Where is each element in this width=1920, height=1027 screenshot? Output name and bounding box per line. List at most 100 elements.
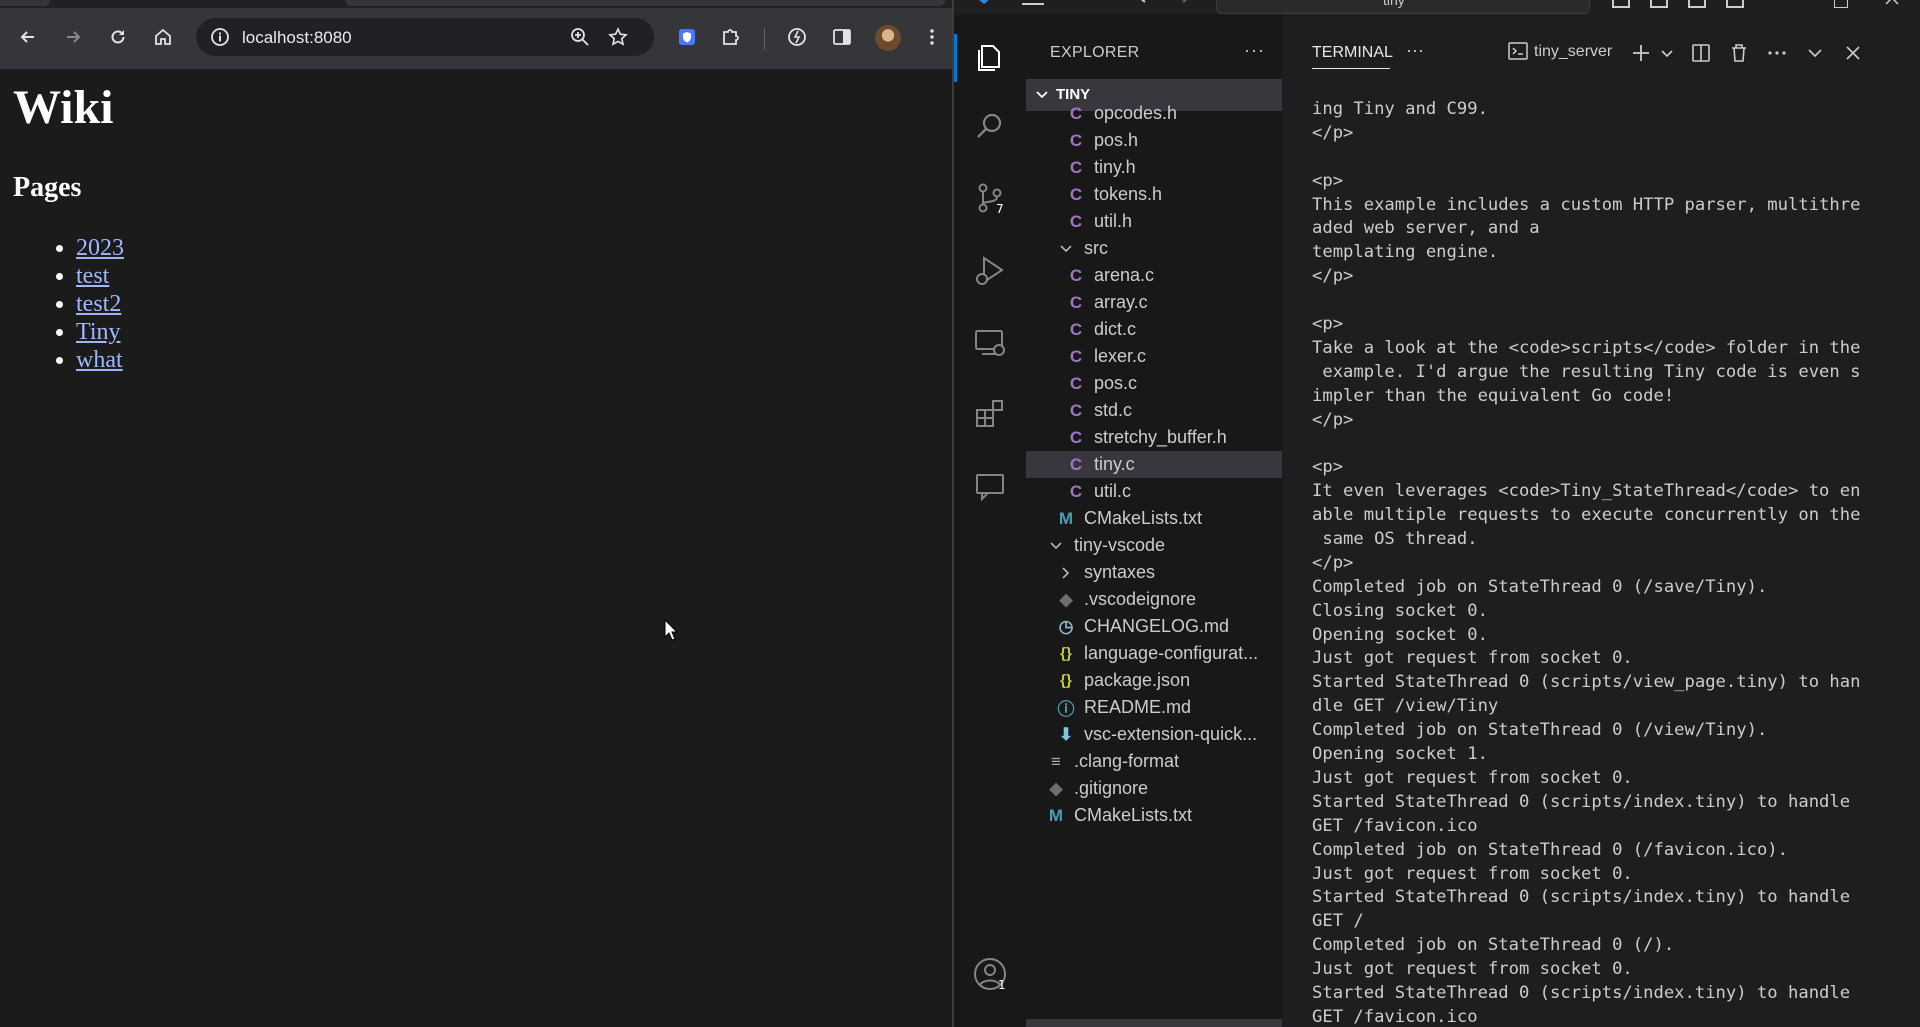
profile-avatar[interactable] xyxy=(875,25,901,51)
search-activity[interactable] xyxy=(972,108,1008,144)
terminal-more-button[interactable] xyxy=(1766,42,1788,64)
tree-item[interactable]: Carena.c xyxy=(1026,262,1282,289)
home-button[interactable] xyxy=(151,25,175,49)
tree-item[interactable]: Cutil.h xyxy=(1026,208,1282,235)
c-file-icon: C xyxy=(1069,130,1083,150)
tree-item[interactable]: Clexer.c xyxy=(1026,343,1282,370)
close-panel-button[interactable] xyxy=(1842,42,1864,64)
panel-more-actions[interactable]: ··· xyxy=(1406,40,1424,61)
browser-tab-active[interactable] xyxy=(345,0,945,6)
tree-item[interactable]: M CMakeLists.txt xyxy=(1026,802,1282,829)
tree-item-label: tokens.h xyxy=(1094,184,1163,204)
source-control-activity[interactable]: 7 xyxy=(972,180,1008,216)
tree-item[interactable]: Cstretchy_buffer.h xyxy=(1026,424,1282,451)
forward-button[interactable] xyxy=(61,25,85,49)
tree-item-label: opcodes.h xyxy=(1094,103,1178,123)
command-center[interactable]: tiny xyxy=(1216,0,1590,14)
back-button[interactable] xyxy=(16,25,40,49)
terminal-output[interactable]: ing Tiny and C99. </p> <p> This example inc… xyxy=(1312,98,1912,1027)
changelog-icon: ◷ xyxy=(1058,616,1074,636)
c-file-icon: C xyxy=(1069,265,1083,285)
browser-toolbar: localhost:8080 xyxy=(0,8,952,69)
side-panel-button[interactable] xyxy=(830,25,854,49)
address-bar[interactable]: localhost:8080 xyxy=(196,18,654,56)
close-window-icon[interactable] xyxy=(1884,0,1902,8)
terminal-line: Completed job on StateThread 0 (/). xyxy=(1312,935,1675,956)
split-terminal-button[interactable] xyxy=(1690,42,1712,64)
page-link[interactable]: test2 xyxy=(76,291,121,317)
tree-item[interactable]: ◷ CHANGELOG.md xyxy=(1026,613,1282,640)
performance-button[interactable] xyxy=(785,25,809,49)
browser-tab[interactable] xyxy=(0,0,50,6)
maximize-panel-button[interactable] xyxy=(1804,42,1826,64)
nav-back-icon[interactable] xyxy=(1138,0,1156,8)
zoom-icon[interactable] xyxy=(570,27,590,47)
toggle-secondary-sidebar-icon[interactable] xyxy=(1688,0,1706,8)
tree-item[interactable]: {} language-configurat... xyxy=(1026,640,1282,667)
web-page: Wiki Pages 2023 test test2 Tiny what xyxy=(0,69,952,1027)
tree-item[interactable]: Carray.c xyxy=(1026,289,1282,316)
explorer-sidebar: EXPLORER ··· TINY Copcodes.h Cpos.h Ctiny.… xyxy=(1026,14,1282,1027)
tree-item-label: .vscodeignore xyxy=(1084,589,1197,609)
tree-item[interactable]: Cdict.c xyxy=(1026,316,1282,343)
comments-activity[interactable] xyxy=(972,468,1008,504)
tree-item[interactable]: Ctiny.h xyxy=(1026,154,1282,181)
remote-explorer-activity[interactable] xyxy=(972,324,1008,360)
terminal-shell-icon xyxy=(1508,42,1528,60)
maximize-window-icon[interactable] xyxy=(1834,0,1848,8)
extension-shield-button[interactable] xyxy=(675,25,699,49)
page-link[interactable]: test xyxy=(76,263,109,289)
tree-item[interactable]: Cpos.h xyxy=(1026,127,1282,154)
tree-item[interactable]: ⓘ README.md xyxy=(1026,694,1282,721)
tree-item[interactable]: ◆ .vscodeignore xyxy=(1026,586,1282,613)
terminal-dropdown-button[interactable] xyxy=(1656,42,1673,64)
url-text[interactable]: localhost:8080 xyxy=(242,28,352,48)
explorer-activity[interactable] xyxy=(954,34,1008,82)
run-debug-activity[interactable] xyxy=(972,252,1008,288)
tree-item[interactable]: src xyxy=(1026,235,1282,262)
site-info-icon[interactable] xyxy=(210,27,230,47)
tree-item[interactable]: Ctokens.h xyxy=(1026,181,1282,208)
terminal-line: dle GET /view/Tiny xyxy=(1312,696,1499,717)
tree-item[interactable]: M CMakeLists.txt xyxy=(1026,505,1282,532)
terminal-line: ing Tiny and C99. xyxy=(1312,99,1488,119)
kebab-menu-icon xyxy=(930,29,934,45)
terminal-line: Completed job on StateThread 0 (/save/Ti… xyxy=(1312,576,1768,597)
tree-item[interactable]: Copcodes.h xyxy=(1026,100,1282,127)
page-link[interactable]: what xyxy=(76,347,123,373)
bookmark-star-icon[interactable] xyxy=(608,27,628,47)
list-item: test xyxy=(76,262,124,290)
customize-layout-icon[interactable] xyxy=(1726,0,1744,8)
vscode-logo-icon xyxy=(979,0,988,4)
extensions-button[interactable] xyxy=(718,25,742,49)
extensions-activity[interactable] xyxy=(972,396,1008,432)
new-terminal-button[interactable] xyxy=(1630,42,1652,64)
c-file-icon: C xyxy=(1069,184,1083,204)
tree-item[interactable]: tiny-vscode xyxy=(1026,532,1282,559)
kill-terminal-button[interactable] xyxy=(1728,42,1750,64)
page-link[interactable]: Tiny xyxy=(76,319,120,345)
terminal-shell-name[interactable]: tiny_server xyxy=(1534,43,1612,61)
tree-item[interactable]: Cutil.c xyxy=(1026,478,1282,505)
tree-item[interactable]: Cpos.c xyxy=(1026,370,1282,397)
tree-item[interactable]: ⬇ vsc-extension-quick... xyxy=(1026,721,1282,748)
tree-item[interactable]: Cstd.c xyxy=(1026,397,1282,424)
reload-button[interactable] xyxy=(106,25,130,49)
toggle-sidebar-icon[interactable] xyxy=(1612,0,1630,8)
tab-terminal[interactable]: TERMINAL xyxy=(1312,44,1393,62)
extensions-icon xyxy=(976,400,1003,427)
tree-item[interactable]: ≡ .clang-format xyxy=(1026,748,1282,775)
tree-item[interactable]: {} package.json xyxy=(1026,667,1282,694)
hamburger-menu-icon[interactable] xyxy=(1022,0,1044,8)
explorer-more-actions[interactable]: ··· xyxy=(1244,40,1265,61)
accounts-activity[interactable]: 1 xyxy=(972,956,1008,992)
outline-section-header[interactable] xyxy=(1026,1019,1282,1027)
tree-item[interactable]: Ctiny.c xyxy=(1026,451,1282,478)
nav-forward-icon[interactable] xyxy=(1172,0,1190,8)
toggle-panel-icon[interactable] xyxy=(1650,0,1668,8)
tree-item[interactable]: ◆ .gitignore xyxy=(1026,775,1282,802)
page-link[interactable]: 2023 xyxy=(76,235,124,261)
tree-item[interactable]: syntaxes xyxy=(1026,559,1282,586)
chevron-right-icon xyxy=(1056,566,1076,580)
browser-menu-button[interactable] xyxy=(920,25,944,49)
